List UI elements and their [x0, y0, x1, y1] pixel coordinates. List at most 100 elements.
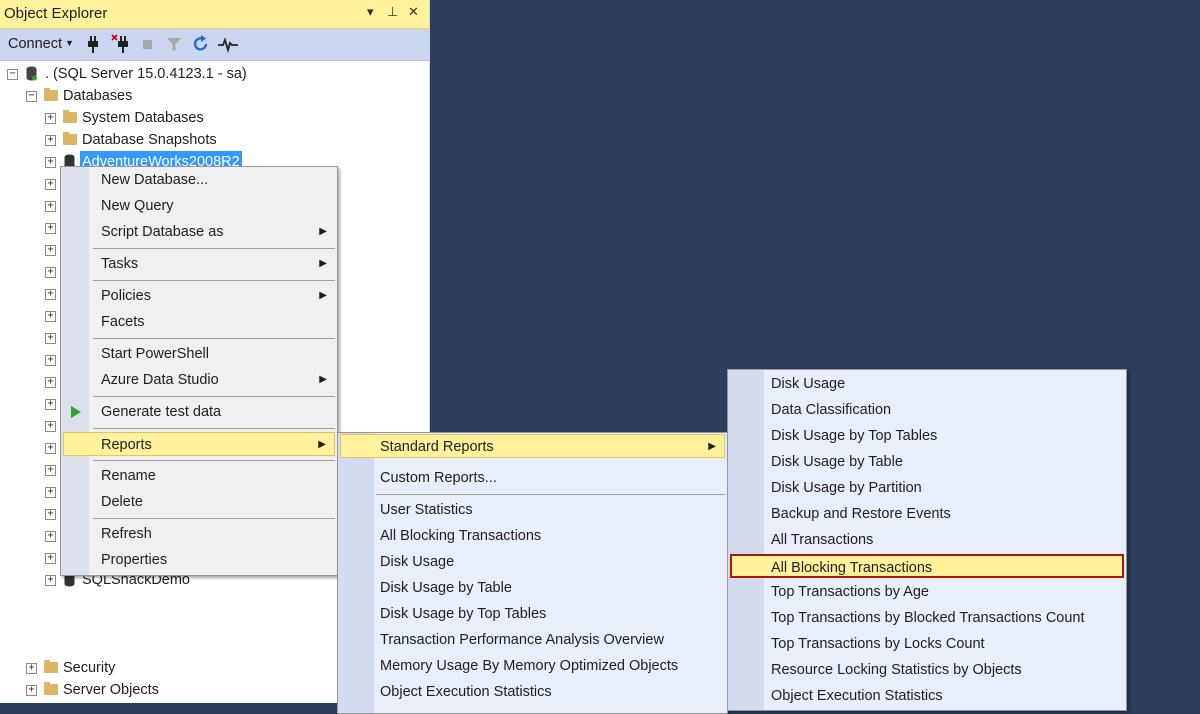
expand-icon[interactable]: +	[45, 135, 56, 146]
menu-item-sr-top-transactions-blocked[interactable]: Top Transactions by Blocked Transactions…	[730, 606, 1124, 630]
menu-item-new-query[interactable]: New Query	[63, 194, 335, 218]
menu-item-properties[interactable]: Properties	[63, 548, 335, 572]
expand-icon[interactable]: +	[26, 685, 37, 696]
menu-item-reports[interactable]: Reports ▶	[63, 432, 335, 456]
menu-item-label: Disk Usage by Table	[771, 454, 903, 470]
connect-plug-icon[interactable]	[82, 33, 104, 55]
menu-item-label: Object Execution Statistics	[380, 684, 552, 700]
menu-item-refresh[interactable]: Refresh	[63, 522, 335, 546]
refresh-icon[interactable]	[190, 33, 212, 55]
menu-item-new-database[interactable]: New Database...	[63, 168, 335, 192]
menu-item-label: Refresh	[101, 526, 152, 542]
menu-separator	[93, 428, 335, 429]
expand-icon[interactable]: +	[45, 223, 56, 234]
expand-icon[interactable]: +	[45, 333, 56, 344]
menu-item-sr-top-transactions-age[interactable]: Top Transactions by Age	[730, 580, 1124, 604]
menu-item-label: All Blocking Transactions	[771, 560, 933, 576]
menu-item-sr-disk-usage-by-table[interactable]: Disk Usage by Table	[730, 450, 1124, 474]
menu-item-sr-data-classification[interactable]: Data Classification	[730, 398, 1124, 422]
filter-icon[interactable]	[163, 33, 185, 55]
menu-item-sr-resource-locking[interactable]: Resource Locking Statistics by Objects	[730, 658, 1124, 682]
menu-item-delete[interactable]: Delete	[63, 490, 335, 514]
menu-item-tasks[interactable]: Tasks ▶	[63, 252, 335, 276]
menu-item-label: Top Transactions by Blocked Transactions…	[771, 610, 1085, 626]
menu-item-sr-disk-usage-top-tables[interactable]: Disk Usage by Top Tables	[730, 424, 1124, 448]
expand-icon[interactable]: +	[45, 575, 56, 586]
expand-icon[interactable]: +	[45, 443, 56, 454]
menu-item-azure-data-studio[interactable]: Azure Data Studio ▶	[63, 368, 335, 392]
chevron-down-icon: ▼	[65, 38, 74, 48]
menu-item-policies[interactable]: Policies ▶	[63, 284, 335, 308]
menu-item-label: Script Database as	[101, 224, 224, 240]
expand-icon[interactable]: +	[45, 509, 56, 520]
folder-icon	[63, 110, 77, 123]
menu-item-all-blocking-transactions[interactable]: All Blocking Transactions	[340, 524, 725, 548]
menu-item-label: Disk Usage by Top Tables	[380, 606, 547, 622]
disconnect-icon[interactable]	[110, 33, 132, 55]
collapse-icon[interactable]: −	[26, 91, 37, 102]
expand-icon[interactable]: +	[26, 663, 37, 674]
activity-monitor-icon[interactable]	[217, 33, 239, 55]
menu-item-memory-usage[interactable]: Memory Usage By Memory Optimized Objects	[340, 654, 725, 678]
menu-item-user-statistics[interactable]: User Statistics	[340, 498, 725, 522]
menu-item-label: Object Execution Statistics	[771, 688, 943, 704]
menu-item-start-powershell[interactable]: Start PowerShell	[63, 342, 335, 366]
expand-icon[interactable]: +	[45, 267, 56, 278]
menu-item-label: Azure Data Studio	[101, 372, 219, 388]
menu-item-sr-disk-usage[interactable]: Disk Usage	[730, 372, 1124, 396]
expand-icon[interactable]: +	[45, 179, 56, 190]
menu-item-label: Data Classification	[771, 402, 892, 418]
menu-item-sr-all-blocking-transactions[interactable]: All Blocking Transactions	[730, 554, 1124, 578]
menu-item-standard-reports[interactable]: Standard Reports ▶	[340, 434, 725, 458]
expand-icon[interactable]: +	[45, 245, 56, 256]
menu-item-disk-usage-by-table[interactable]: Disk Usage by Table	[340, 576, 725, 600]
tree-node-databases[interactable]: − Databases	[0, 85, 420, 107]
connect-label: Connect	[8, 36, 63, 52]
close-icon[interactable]: ✕	[408, 4, 419, 20]
expand-icon[interactable]: +	[45, 201, 56, 212]
menu-item-sr-object-execution[interactable]: Object Execution Statistics	[730, 684, 1124, 708]
expand-icon[interactable]: +	[45, 465, 56, 476]
menu-item-label: User Statistics	[380, 502, 473, 518]
expand-icon[interactable]: +	[45, 399, 56, 410]
menu-item-script-database-as[interactable]: Script Database as ▶	[63, 220, 335, 244]
ssms-window: Object Explorer ▾ ⊥ ✕ Connect ▼ − . (SQL…	[0, 0, 1200, 714]
menu-separator	[93, 338, 335, 339]
expand-icon[interactable]: +	[45, 421, 56, 432]
expand-icon[interactable]: +	[45, 531, 56, 542]
menu-item-facets[interactable]: Facets	[63, 310, 335, 334]
expand-icon[interactable]: +	[45, 113, 56, 124]
tree-node-database-snapshots[interactable]: + Database Snapshots	[0, 129, 420, 151]
submenu-arrow-icon: ▶	[318, 439, 326, 450]
menu-item-custom-reports[interactable]: Custom Reports...	[340, 466, 725, 490]
tree-node-system-databases[interactable]: + System Databases	[0, 107, 420, 129]
expand-icon[interactable]: +	[45, 553, 56, 564]
database-context-menu: New Database... New Query Script Databas…	[60, 166, 338, 576]
expand-icon[interactable]: +	[45, 157, 56, 168]
menu-item-sr-backup-restore-events[interactable]: Backup and Restore Events	[730, 502, 1124, 526]
stop-icon[interactable]	[137, 33, 159, 55]
expand-icon[interactable]: +	[45, 311, 56, 322]
menu-item-label: All Blocking Transactions	[380, 528, 542, 544]
expand-icon[interactable]: +	[45, 487, 56, 498]
tree-node-server[interactable]: − . (SQL Server 15.0.4123.1 - sa)	[0, 63, 420, 85]
menu-item-disk-usage[interactable]: Disk Usage	[340, 550, 725, 574]
pin-icon[interactable]: ⊥	[387, 4, 398, 20]
menu-separator	[93, 518, 335, 519]
menu-item-rename[interactable]: Rename	[63, 464, 335, 488]
expand-icon[interactable]: +	[45, 377, 56, 388]
collapse-icon[interactable]: −	[7, 69, 18, 80]
menu-item-generate-test-data[interactable]: Generate test data	[63, 400, 335, 424]
menu-item-sr-all-transactions[interactable]: All Transactions	[730, 528, 1124, 552]
connect-button[interactable]: Connect ▼	[8, 36, 74, 52]
menu-item-object-execution-statistics[interactable]: Object Execution Statistics	[340, 680, 725, 704]
dropdown-icon[interactable]: ▾	[367, 4, 374, 20]
menu-item-label: Standard Reports	[380, 439, 494, 455]
expand-icon[interactable]: +	[45, 355, 56, 366]
menu-item-disk-usage-by-top-tables[interactable]: Disk Usage by Top Tables	[340, 602, 725, 626]
menu-item-label: Properties	[101, 552, 168, 568]
expand-icon[interactable]: +	[45, 289, 56, 300]
menu-item-sr-top-transactions-locks[interactable]: Top Transactions by Locks Count	[730, 632, 1124, 656]
menu-item-transaction-performance[interactable]: Transaction Performance Analysis Overvie…	[340, 628, 725, 652]
menu-item-sr-disk-usage-by-partition[interactable]: Disk Usage by Partition	[730, 476, 1124, 500]
